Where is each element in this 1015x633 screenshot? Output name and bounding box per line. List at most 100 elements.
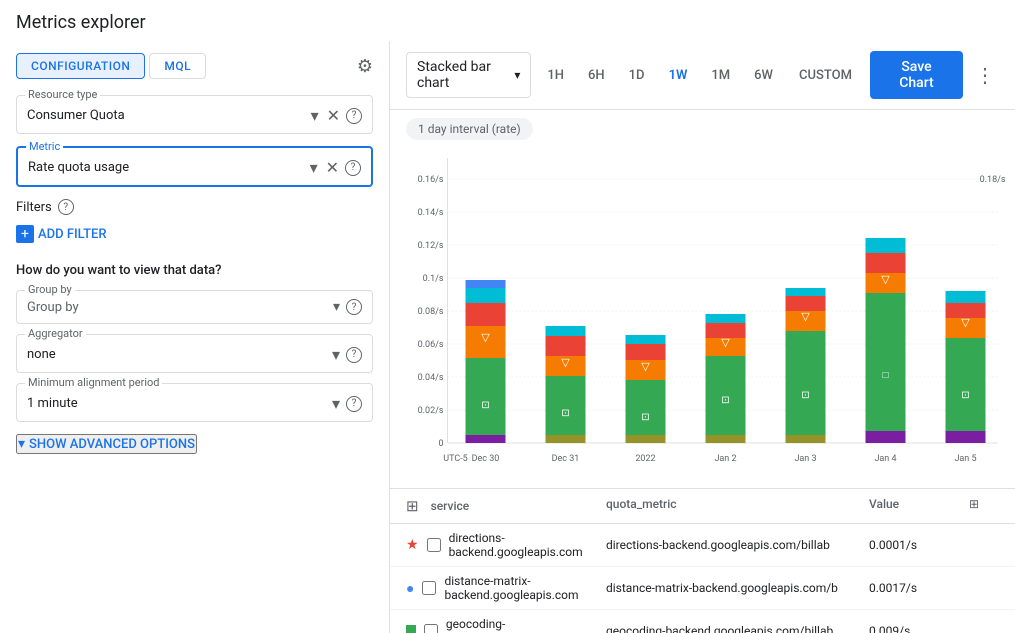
time-btn-6h[interactable]: 6H: [580, 62, 613, 89]
svg-text:Jan 5: Jan 5: [954, 454, 976, 464]
svg-text:0.06/s: 0.06/s: [418, 340, 444, 350]
metric-field: Metric Rate quota usage ▾ ✕ ?: [16, 146, 373, 187]
show-advanced-label: SHOW ADVANCED OPTIONS: [29, 437, 195, 452]
service-cell-3: geocoding-backend.googleapis.com: [406, 617, 606, 633]
metric-value: Rate quota usage: [28, 160, 304, 175]
svg-text:▽: ▽: [481, 331, 490, 344]
quota-metric-1: directions-backend.googleapis.com/billab: [606, 538, 869, 552]
svg-text:0: 0: [438, 439, 443, 449]
resource-type-field: Resource type Consumer Quota ▾ ✕ ?: [16, 95, 373, 134]
time-btn-1d[interactable]: 1D: [621, 62, 653, 89]
table-row: ★ directions-backend.googleapis.com dire…: [390, 524, 1015, 567]
aggregator-value: none: [27, 347, 326, 362]
min-alignment-help[interactable]: ?: [346, 396, 362, 412]
aggregator-label: Aggregator: [25, 327, 86, 340]
svg-text:⊡: ⊡: [481, 400, 489, 411]
filters-label: Filters: [16, 200, 52, 215]
svg-text:▽: ▽: [881, 273, 890, 286]
row-checkbox-2[interactable]: [422, 581, 436, 595]
tab-configuration[interactable]: CONFIGURATION: [16, 53, 145, 79]
svg-text:UTC-5: UTC-5: [443, 454, 468, 464]
quota-metric-2: distance-matrix-backend.googleapis.com/b: [606, 581, 869, 595]
service-name-2: distance-matrix-backend.googleapis.com: [444, 574, 606, 602]
time-btn-1h[interactable]: 1H: [539, 62, 572, 89]
legend-table: ⊞ service quota_metric Value ⊞ ★ directi…: [390, 488, 1015, 633]
resource-type-dropdown[interactable]: ▾: [309, 104, 321, 127]
time-btn-6w[interactable]: 6W: [746, 62, 781, 89]
save-chart-button[interactable]: Save Chart: [870, 51, 963, 99]
svg-text:▽: ▽: [961, 316, 970, 329]
resource-type-clear[interactable]: ✕: [325, 104, 342, 127]
resource-type-label: Resource type: [25, 88, 100, 101]
custom-time-button[interactable]: CUSTOM: [789, 62, 862, 89]
gear-button[interactable]: ⚙: [357, 53, 373, 79]
show-advanced-button[interactable]: ▾ SHOW ADVANCED OPTIONS: [16, 434, 197, 454]
group-by-label: Group by: [25, 283, 75, 296]
metric-help[interactable]: ?: [345, 160, 361, 176]
metric-clear[interactable]: ✕: [324, 156, 341, 179]
svg-text:Dec 30: Dec 30: [472, 454, 500, 464]
star-icon: ★: [406, 537, 419, 553]
tab-mql[interactable]: MQL: [149, 53, 206, 79]
group-by-placeholder: Group by: [27, 300, 333, 315]
svg-text:0.12/s: 0.12/s: [418, 241, 444, 251]
svg-text:▽: ▽: [721, 336, 730, 349]
row-checkbox-1[interactable]: [427, 538, 441, 552]
resource-type-value: Consumer Quota: [27, 108, 305, 123]
value-header: Value: [869, 497, 969, 515]
column-settings-icon[interactable]: ⊞: [969, 497, 999, 515]
aggregator-help[interactable]: ?: [346, 347, 362, 363]
chart-toolbar: Stacked bar chart ▾ 1H 6H 1D 1W 1M 6W CU…: [390, 41, 1015, 110]
quota-metric-header: quota_metric: [606, 497, 869, 515]
chart-area: 0 0.02/s 0.04/s 0.06/s 0.08/s 0.1/s 0.12…: [390, 148, 1015, 488]
svg-text:0.14/s: 0.14/s: [418, 208, 444, 218]
svg-text:□: □: [882, 370, 888, 381]
svg-text:▽: ▽: [641, 360, 650, 373]
svg-text:⊡: ⊡: [801, 390, 809, 401]
group-by-help[interactable]: ?: [346, 299, 362, 315]
add-filter-button[interactable]: + ADD FILTER: [16, 221, 107, 247]
aggregator-field: Aggregator none ▾ ?: [16, 334, 373, 373]
svg-text:⊡: ⊡: [721, 395, 729, 406]
aggregator-dropdown[interactable]: ▾: [330, 343, 342, 366]
chevron-down-icon: ▾: [18, 436, 25, 452]
more-options-button[interactable]: ⋮: [971, 59, 999, 91]
group-by-field[interactable]: Group by Group by ▾ ?: [16, 290, 373, 324]
row-checkbox-3[interactable]: [424, 624, 438, 633]
service-col-label: service: [431, 499, 470, 513]
svg-text:0.08/s: 0.08/s: [418, 307, 444, 317]
svg-text:Dec 31: Dec 31: [552, 454, 580, 464]
service-header: ⊞ service: [406, 497, 606, 515]
left-panel: CONFIGURATION MQL ⚙ Resource type Consum…: [0, 41, 390, 633]
svg-text:⊡: ⊡: [961, 390, 969, 401]
value-2: 0.0017/s: [869, 581, 969, 595]
svg-text:▽: ▽: [801, 310, 810, 323]
svg-text:0.04/s: 0.04/s: [418, 373, 444, 383]
metric-dropdown[interactable]: ▾: [308, 156, 320, 179]
group-by-arrow: ▾: [333, 299, 340, 315]
chart-type-selector[interactable]: Stacked bar chart ▾: [406, 52, 531, 98]
resource-type-help[interactable]: ?: [346, 108, 362, 124]
time-btn-1w[interactable]: 1W: [661, 62, 696, 89]
service-cell-1: ★ directions-backend.googleapis.com: [406, 531, 606, 559]
view-question: How do you want to view that data?: [16, 263, 373, 278]
square-icon: [406, 625, 416, 633]
svg-text:⊡: ⊡: [641, 412, 649, 423]
add-filter-label: ADD FILTER: [38, 227, 107, 242]
value-1: 0.0001/s: [869, 538, 969, 552]
time-btn-1m[interactable]: 1M: [703, 62, 738, 89]
chart-type-arrow: ▾: [514, 68, 520, 82]
page-title: Metrics explorer: [0, 0, 1015, 41]
filters-help[interactable]: ?: [58, 199, 74, 215]
svg-text:0.18/s: 0.18/s: [980, 175, 1006, 185]
chart-type-label: Stacked bar chart: [417, 59, 506, 91]
svg-text:▽: ▽: [561, 356, 570, 369]
min-alignment-dropdown[interactable]: ▾: [330, 392, 342, 415]
legend-header: ⊞ service quota_metric Value ⊞: [390, 489, 1015, 524]
plus-icon: +: [16, 225, 34, 243]
circle-icon: ●: [406, 580, 414, 597]
interval-badge: 1 day interval (rate): [390, 110, 1015, 148]
service-cell-2: ● distance-matrix-backend.googleapis.com: [406, 574, 606, 602]
table-row: geocoding-backend.googleapis.com geocodi…: [390, 610, 1015, 633]
right-panel: Stacked bar chart ▾ 1H 6H 1D 1W 1M 6W CU…: [390, 41, 1015, 633]
